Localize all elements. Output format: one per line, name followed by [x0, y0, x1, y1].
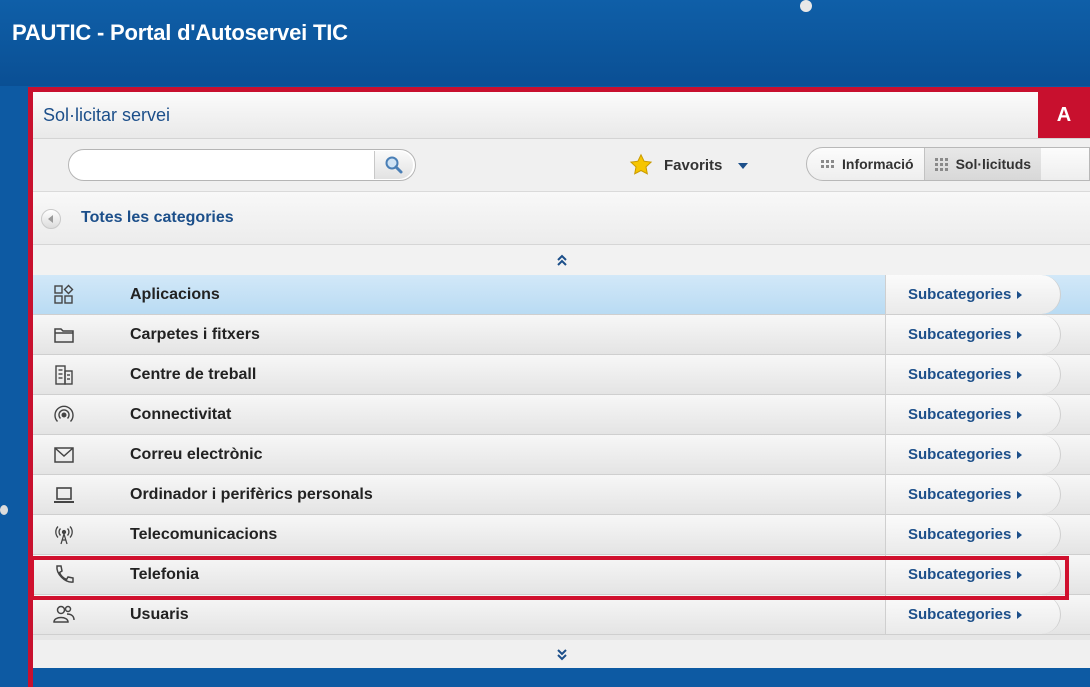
category-row-telecomunicacions[interactable]: Telecomunicacions Subcategories — [33, 515, 1090, 555]
apps-grid-icon — [53, 284, 75, 306]
category-label: Centre de treball — [130, 366, 257, 383]
category-list: Aplicacions Subcategories Carpetes i fit… — [33, 275, 1090, 635]
panel-title: Sol·licitar servei — [43, 105, 171, 125]
toolbar: Favorits Informació Sol·licituds — [33, 139, 1090, 192]
subcategories-button[interactable]: Subcategories — [885, 315, 1061, 354]
subcategories-button[interactable]: Subcategories — [885, 515, 1061, 554]
scroll-up-button[interactable] — [33, 245, 1090, 275]
list-view-icon — [821, 160, 834, 168]
category-label: Usuaris — [130, 606, 189, 623]
users-icon — [53, 604, 75, 626]
double-chevron-down-icon — [556, 649, 567, 661]
antenna-icon — [53, 524, 75, 546]
category-row-centre-treball[interactable]: Centre de treball Subcategories — [33, 355, 1090, 395]
building-icon — [53, 364, 75, 386]
subcategories-label: Subcategories — [908, 406, 1012, 423]
star-icon — [629, 153, 653, 175]
category-row-telefonia[interactable]: Telefonia Subcategories — [33, 555, 1090, 595]
chevron-right-icon — [1017, 570, 1023, 579]
chevron-right-icon — [1017, 450, 1023, 459]
request-service-panel: Sol·licitar servei A Favorits Informació… — [33, 92, 1090, 668]
subcategories-label: Subcategories — [908, 526, 1012, 543]
phone-icon — [53, 564, 75, 586]
chevron-right-icon — [1017, 530, 1023, 539]
subcategories-label: Subcategories — [908, 566, 1012, 583]
double-chevron-up-icon — [556, 254, 567, 266]
search-button[interactable] — [374, 151, 413, 179]
back-button[interactable] — [41, 209, 61, 229]
subcategories-label: Subcategories — [908, 326, 1012, 343]
laptop-icon — [53, 484, 75, 506]
subcategories-label: Subcategories — [908, 366, 1012, 383]
subcategories-button[interactable]: Subcategories — [885, 595, 1061, 634]
category-label: Telecomunicacions — [130, 526, 278, 543]
window-dot-left — [0, 505, 8, 515]
category-row-aplicacions[interactable]: Aplicacions Subcategories — [33, 275, 1090, 315]
view-requests-label: Sol·licituds — [955, 156, 1032, 172]
chevron-down-icon — [738, 163, 749, 169]
category-label: Aplicacions — [130, 286, 220, 303]
subcategories-button[interactable]: Subcategories — [885, 435, 1061, 474]
subcategories-button[interactable]: Subcategories — [885, 475, 1061, 514]
app-header: PAUTIC - Portal d'Autoservei TIC — [0, 0, 1090, 86]
chevron-right-icon — [1017, 290, 1023, 299]
view-information-button[interactable]: Informació — [807, 148, 925, 180]
subcategories-label: Subcategories — [908, 446, 1012, 463]
category-label: Connectivitat — [130, 406, 232, 423]
all-categories-link[interactable]: Totes les categories — [81, 209, 234, 227]
panel-header: Sol·licitar servei A — [33, 92, 1090, 139]
breadcrumb: Totes les categories — [33, 192, 1090, 245]
subcategories-label: Subcategories — [908, 606, 1012, 623]
search-box — [68, 149, 416, 181]
scroll-down-button[interactable] — [33, 640, 1090, 668]
category-label: Telefonia — [130, 566, 200, 583]
chevron-right-icon — [1017, 410, 1023, 419]
view-toggle: Informació Sol·licituds — [806, 147, 1090, 181]
subcategories-button[interactable]: Subcategories — [885, 555, 1061, 594]
category-label: Correu electrònic — [130, 446, 263, 463]
folder-icon — [53, 324, 75, 346]
chevron-right-icon — [1017, 490, 1023, 499]
favorites-label: Favorits — [664, 156, 723, 174]
signal-icon — [53, 404, 75, 426]
annotation-badge: A — [1038, 92, 1090, 138]
category-label: Ordinador i perifèrics personals — [130, 486, 373, 503]
category-row-connectivitat[interactable]: Connectivitat Subcategories — [33, 395, 1090, 435]
view-requests-button[interactable]: Sol·licituds — [924, 148, 1042, 180]
app-title: PAUTIC - Portal d'Autoservei TIC — [12, 20, 348, 45]
category-row-correu[interactable]: Correu electrònic Subcategories — [33, 435, 1090, 475]
chevron-right-icon — [1017, 610, 1023, 619]
subcategories-label: Subcategories — [908, 286, 1012, 303]
search-input[interactable] — [81, 154, 365, 178]
subcategories-label: Subcategories — [908, 486, 1012, 503]
chevron-right-icon — [1017, 370, 1023, 379]
category-row-ordinador[interactable]: Ordinador i perifèrics personals Subcate… — [33, 475, 1090, 515]
subcategories-button[interactable]: Subcategories — [885, 395, 1061, 434]
favorites-dropdown[interactable]: Favorits — [628, 151, 749, 179]
category-row-carpetes[interactable]: Carpetes i fitxers Subcategories — [33, 315, 1090, 355]
category-row-usuaris[interactable]: Usuaris Subcategories — [33, 595, 1090, 635]
view-information-label: Informació — [842, 156, 914, 172]
subcategories-button[interactable]: Subcategories — [885, 355, 1061, 394]
chevron-right-icon — [1017, 330, 1023, 339]
grid-view-icon — [934, 157, 948, 171]
subcategories-button[interactable]: Subcategories — [885, 275, 1061, 314]
mail-icon — [53, 444, 75, 466]
category-label: Carpetes i fitxers — [130, 326, 260, 343]
window-dot — [800, 0, 812, 12]
search-icon — [385, 156, 403, 174]
